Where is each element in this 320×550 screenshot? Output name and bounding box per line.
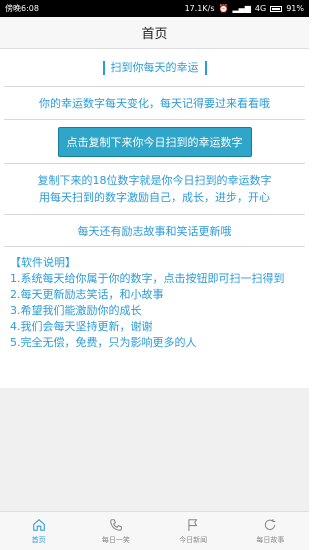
signal-icon: ▂▄▆	[232, 4, 251, 13]
network-speed: 17.1K/s	[184, 4, 215, 13]
tab-news-label: 今日新闻	[179, 535, 208, 544]
scan-title: 扫到你每天的幸运	[102, 60, 207, 75]
tab-home-label: 首页	[31, 535, 46, 544]
status-right: 17.1K/s ⏰ ▂▄▆ 4G 91%	[185, 4, 304, 13]
copy-section: 点击复制下来你今日扫到的幸运数字	[4, 120, 305, 164]
flag-icon	[188, 518, 198, 531]
page-title: 首页	[141, 27, 168, 42]
subtitle: 你的幸运数字每天变化，每天记得要过来看看哦	[39, 97, 270, 110]
network-type: 4G	[254, 4, 267, 13]
tab-home[interactable]: 首页	[0, 512, 77, 550]
home-icon	[32, 518, 45, 531]
alarm-icon: ⏰	[218, 4, 229, 13]
status-time: 傍晚6:08	[5, 4, 39, 13]
tab-daily-story[interactable]: 每日故事	[232, 512, 309, 550]
scan-title-section: 扫到你每天的幸运	[4, 49, 305, 87]
description-item: 1.系统每天给你属于你的数字，点击按钮即可扫一扫得到	[10, 272, 285, 285]
battery-level: 91%	[286, 4, 304, 13]
phone-icon	[110, 518, 122, 531]
main-content: 扫到你每天的幸运 你的幸运数字每天变化，每天记得要过来看看哦 点击复制下来你今日…	[0, 49, 309, 388]
refresh-icon	[265, 518, 276, 530]
tab-daily-joke[interactable]: 每日一笑	[77, 512, 154, 550]
tab-daily-joke-label: 每日一笑	[101, 535, 130, 544]
bottom-tab-bar: 首页 每日一笑 今日新闻 每日故事	[0, 511, 309, 550]
info-line-2: 用每天扫到的数字激励自己，成长，进步，开心	[39, 191, 270, 204]
copy-lucky-number-button[interactable]: 点击复制下来你今日扫到的幸运数字	[57, 126, 252, 157]
encourage-section: 每天还有励志故事和笑话更新哦	[4, 215, 305, 247]
encourage-text: 每天还有励志故事和笑话更新哦	[77, 224, 232, 238]
title-bar: 首页	[0, 17, 309, 49]
subtitle-section: 你的幸运数字每天变化，每天记得要过来看看哦	[4, 87, 305, 120]
battery-icon	[270, 5, 283, 12]
description-item: 4.我们会每天坚持更新，谢谢	[10, 320, 153, 333]
description: 【软件说明】 1.系统每天给你属于你的数字，点击按钮即可扫一扫得到 2.每天更新…	[10, 255, 299, 351]
tab-news[interactable]: 今日新闻	[155, 512, 232, 550]
description-heading: 【软件说明】	[10, 256, 76, 269]
info-section: 复制下来的18位数字就是你今日扫到的幸运数字 用每天扫到的数字激励自己，成长，进…	[4, 164, 305, 215]
description-item: 5.完全无偿，免费，只为影响更多的人	[10, 336, 197, 349]
description-item: 3.希望我们能激励你的成长	[10, 304, 142, 317]
tab-daily-story-label: 每日故事	[256, 535, 285, 544]
info-line-1: 复制下来的18位数字就是你今日扫到的幸运数字	[37, 174, 272, 187]
description-item: 2.每天更新励志笑话，和小故事	[10, 288, 164, 301]
empty-area	[0, 388, 309, 511]
status-bar: 傍晚6:08 17.1K/s ⏰ ▂▄▆ 4G 91%	[0, 0, 309, 17]
